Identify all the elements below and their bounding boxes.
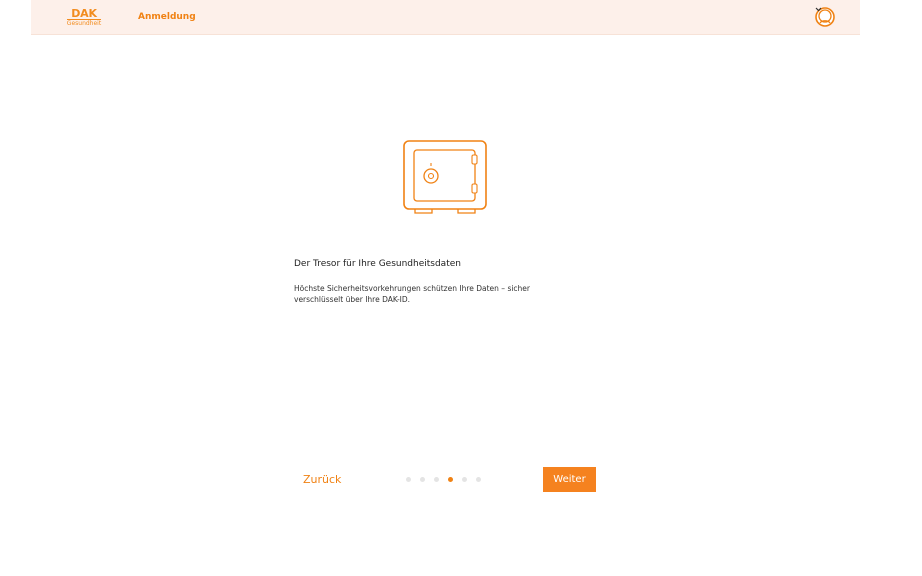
- header-title: Anmeldung: [138, 12, 196, 22]
- onboarding-title: Der Tresor für Ihre Gesundheitsdaten: [294, 259, 461, 269]
- step-dot[interactable]: [406, 477, 411, 482]
- user-menu-button[interactable]: [815, 7, 847, 27]
- header-bar: DAK Gesundheit Anmeldung: [31, 0, 860, 35]
- safe-icon: [403, 140, 487, 214]
- next-button[interactable]: Weiter: [543, 467, 596, 492]
- step-dot[interactable]: [420, 477, 425, 482]
- logo-word: DAK: [71, 7, 97, 20]
- step-dot[interactable]: [434, 477, 439, 482]
- back-button[interactable]: Zurück: [303, 472, 341, 488]
- step-dot[interactable]: [462, 477, 467, 482]
- dak-logo[interactable]: DAK Gesundheit: [66, 8, 102, 28]
- chevron-down-icon: [815, 7, 822, 12]
- logo-subtitle: Gesundheit: [66, 20, 102, 27]
- step-dot[interactable]: [476, 477, 481, 482]
- onboarding-description: Höchste Sicherheitsvorkehrungen schützen…: [294, 284, 531, 304]
- page: DAK Gesundheit Anmeldung Der Tresor für …: [0, 0, 922, 576]
- step-dot-active[interactable]: [448, 477, 453, 482]
